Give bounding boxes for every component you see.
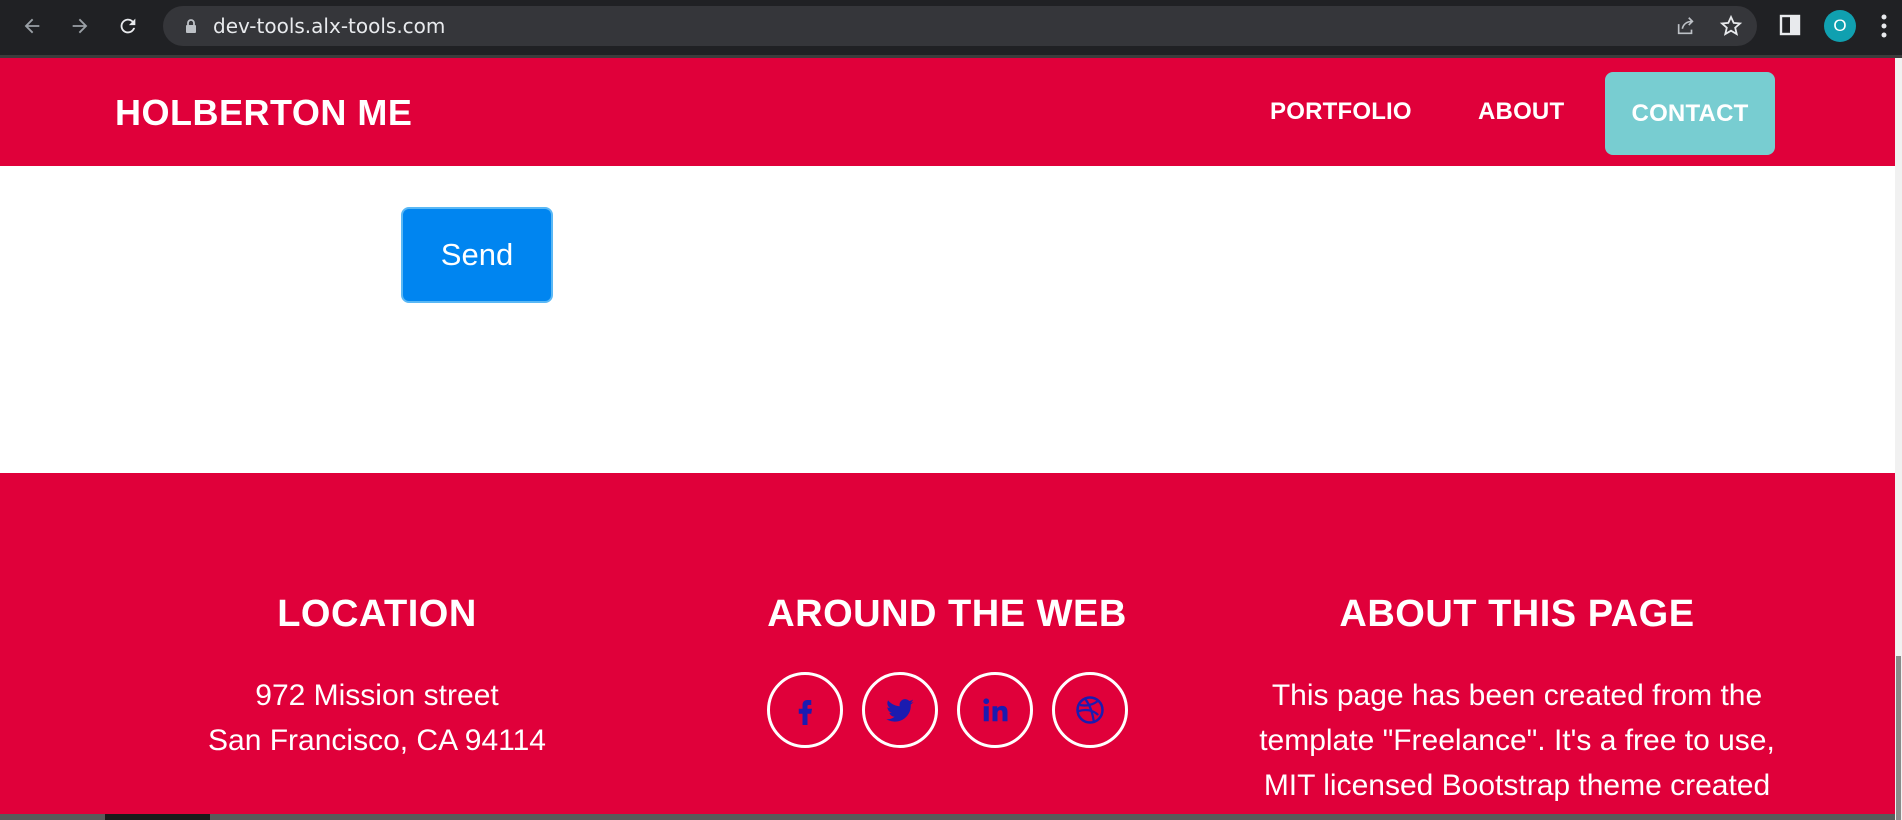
- about-line-2: template "Freelance". It's a free to use…: [1259, 724, 1775, 757]
- address-bar[interactable]: dev-tools.alx-tools.com: [163, 6, 1757, 46]
- site-navbar: HOLBERTON ME PORTFOLIO ABOUT CONTACT: [0, 58, 1895, 166]
- scrollbar-thumb[interactable]: [1896, 656, 1901, 820]
- about-line-3: MIT licensed Bootstrap theme created: [1263, 769, 1771, 802]
- social-links: [767, 672, 1129, 752]
- nav-link-about[interactable]: ABOUT: [1478, 58, 1564, 166]
- star-icon[interactable]: [1719, 14, 1743, 38]
- page-scrollbar[interactable]: [1895, 58, 1902, 820]
- brand-logo[interactable]: HOLBERTON ME: [115, 58, 412, 168]
- about-line-1: This page has been created from the: [1271, 679, 1763, 712]
- linkedin-icon: [983, 698, 1008, 722]
- about-this-page-heading: ABOUT THIS PAGE: [1339, 593, 1695, 635]
- nav-link-portfolio[interactable]: PORTFOLIO: [1270, 58, 1412, 166]
- side-panel-icon[interactable]: [1779, 14, 1801, 36]
- location-heading: LOCATION: [277, 593, 477, 635]
- profile-avatar[interactable]: O: [1824, 10, 1856, 42]
- location-address: 972 Mission street San Francisco, CA 941…: [97, 673, 657, 763]
- share-icon[interactable]: [1675, 15, 1697, 37]
- twitter-icon: [886, 699, 914, 722]
- about-this-page-text: This page has been created from the temp…: [1237, 673, 1797, 808]
- facebook-icon: [798, 700, 812, 725]
- back-icon[interactable]: [16, 10, 48, 42]
- reload-icon[interactable]: [112, 10, 144, 42]
- lock-icon[interactable]: [183, 18, 199, 34]
- menu-icon[interactable]: [1880, 13, 1888, 39]
- send-button[interactable]: Send: [401, 207, 553, 303]
- site-footer: LOCATION 972 Mission street San Francisc…: [0, 473, 1895, 820]
- bottom-strip-segment: [105, 814, 210, 820]
- address-line-1: 972 Mission street: [255, 679, 499, 712]
- linkedin-button[interactable]: [957, 672, 1033, 748]
- bottom-strip: [0, 814, 1895, 820]
- facebook-button[interactable]: [767, 672, 843, 748]
- dribbble-icon: [1076, 696, 1104, 724]
- around-the-web-heading: AROUND THE WEB: [767, 593, 1127, 635]
- dribbble-button[interactable]: [1052, 672, 1128, 748]
- forward-icon[interactable]: [64, 10, 96, 42]
- nav-link-contact[interactable]: CONTACT: [1605, 72, 1775, 155]
- url-text[interactable]: dev-tools.alx-tools.com: [213, 6, 445, 46]
- twitter-button[interactable]: [862, 672, 938, 748]
- address-line-2: San Francisco, CA 94114: [208, 724, 546, 757]
- browser-toolbar: dev-tools.alx-tools.com O: [0, 0, 1902, 55]
